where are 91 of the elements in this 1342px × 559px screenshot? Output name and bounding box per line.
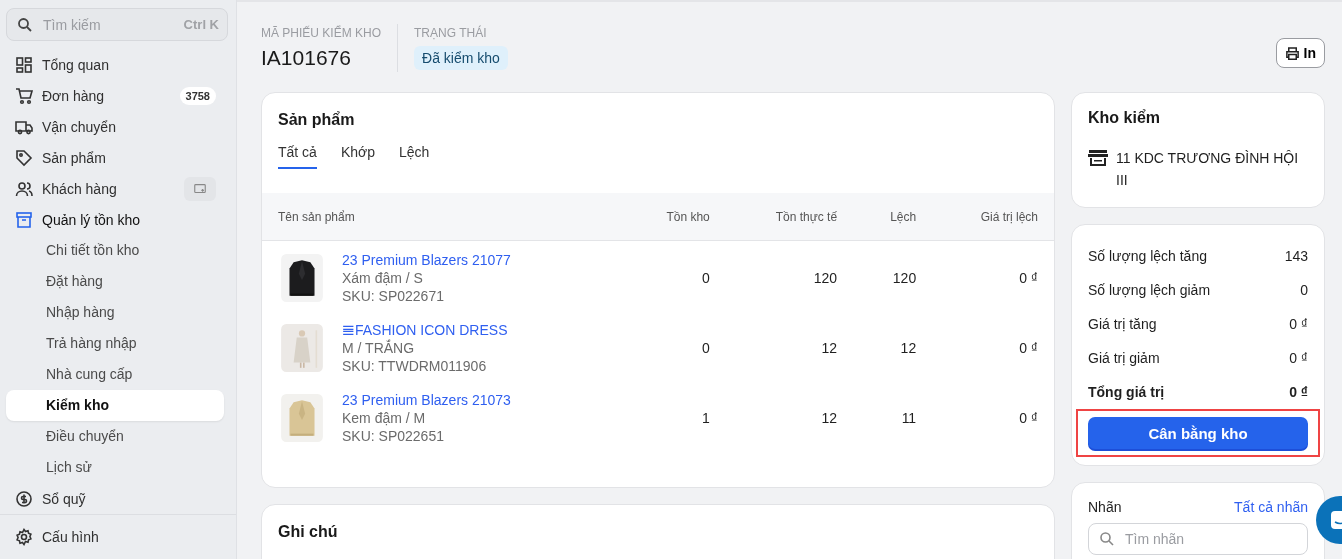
warehouse-name: 11 KDC TRƯƠNG ĐÌNH HỘI III xyxy=(1116,149,1300,190)
card-title: Ghi chú xyxy=(278,523,339,541)
nav-label: Quản lý tồn kho xyxy=(42,211,142,228)
product-sku: SKU: SP022651 xyxy=(342,427,445,445)
nav-item[interactable]: Vận chuyển xyxy=(0,111,236,142)
summary-label: Giá trị tăng xyxy=(1088,316,1157,332)
column-header: Tên sản phẩm xyxy=(262,193,624,241)
table-cell: 0 ₫ xyxy=(932,240,1054,313)
table-cell-text: 11 xyxy=(900,409,918,428)
summary-value: 143 xyxy=(1284,248,1308,264)
table-cell-text: 12 xyxy=(820,339,839,358)
card-title: Nhãn xyxy=(1088,499,1122,515)
shortcut-hint: Ctrl K xyxy=(183,17,219,32)
cart-icon xyxy=(15,86,33,105)
field-caption: MÃ PHIẾU KIỂM KHO xyxy=(261,26,382,40)
summary-label: Tổng giá trị xyxy=(1088,384,1165,400)
product-variant: Kem đậm / M xyxy=(342,409,427,427)
count-badge: 3758 xyxy=(179,86,216,105)
table-cell-text: 12 xyxy=(899,339,918,358)
nav-subitem[interactable]: Nhập hàng xyxy=(6,297,224,328)
summary-label: Số lượng lệch giảm xyxy=(1088,282,1211,298)
nav-subitem[interactable]: Trả hàng nhập xyxy=(6,328,224,359)
settings-icon xyxy=(15,528,33,546)
nav-subitem[interactable]: Chi tiết tồn kho xyxy=(6,235,224,266)
product-sku: SKU: TTWDRM011906 xyxy=(342,357,488,375)
card-title: Kho kiểm xyxy=(1088,109,1161,127)
summary-value: 0 xyxy=(1300,282,1308,298)
nav-label: Đơn hàng xyxy=(42,87,106,104)
product-variant: Xám đậm / S xyxy=(342,269,424,287)
tag-search-box[interactable]: Tìm nhãn xyxy=(1088,523,1308,555)
table-cell-text: 0 ₫ xyxy=(1018,339,1039,358)
table-cell-text: 0 ₫ xyxy=(1018,409,1039,428)
table-cell: 120 xyxy=(725,240,854,313)
column-header: Lệch xyxy=(853,193,933,241)
screen-plus-icon xyxy=(192,181,208,196)
nav-item[interactable]: Tổng quan xyxy=(0,49,236,80)
table-cell: 120 xyxy=(853,240,933,313)
search-icon xyxy=(17,16,33,33)
column-header: Giá trị lệch xyxy=(932,193,1054,241)
table-cell-text: 0 xyxy=(700,339,711,358)
summary-label: Số lượng lệch tăng xyxy=(1088,248,1207,264)
table-cell: 0 xyxy=(623,240,726,313)
column-header: Tồn thực tế xyxy=(725,193,854,241)
product-link[interactable]: 23 Premium Blazers 21073 xyxy=(342,391,511,409)
product-link[interactable]: 23 Premium Blazers 21077 xyxy=(342,251,511,269)
product-variant: M / TRẮNG xyxy=(342,339,416,357)
nav-item[interactable]: Sản phẩm xyxy=(0,142,236,173)
nav-subitem[interactable]: Nhà cung cấp xyxy=(6,359,224,390)
nav-subitem[interactable]: Lịch sử xyxy=(6,452,224,483)
nav-label: Sổ quỹ xyxy=(42,490,87,507)
filter-tab[interactable]: Khớp xyxy=(340,144,375,169)
settings-item[interactable]: Cấu hình xyxy=(0,516,236,558)
table-cell-text: 1 xyxy=(700,409,711,428)
print-button[interactable]: In xyxy=(1275,38,1325,68)
nav-item[interactable]: Quản lý tồn kho xyxy=(0,204,236,235)
status-badge: Đã kiểm kho xyxy=(414,46,508,70)
field-caption: TRẠNG THÁI xyxy=(414,26,488,40)
summary-value: 0 ₫ xyxy=(1289,350,1308,366)
table-cell-text: 12 xyxy=(820,409,839,428)
nav-label: Vận chuyển xyxy=(42,118,117,135)
nav-label: Sản phẩm xyxy=(42,149,107,166)
filter-tab[interactable]: Lệch xyxy=(399,144,430,169)
voucher-code: IA101676 xyxy=(261,46,352,70)
search-field[interactable]: Tìm kiếm xyxy=(41,15,176,34)
users-icon xyxy=(15,179,33,198)
printer-icon xyxy=(1284,45,1300,61)
grid-icon xyxy=(15,55,33,74)
balance-button[interactable]: Cân bằng kho xyxy=(1088,417,1308,449)
card-title: Sản phẩm xyxy=(277,111,356,129)
nav-subitem[interactable]: Kiểm kho xyxy=(6,390,224,421)
summary-value: 0 ₫ xyxy=(1289,384,1308,400)
column-header: Tồn kho xyxy=(623,193,726,241)
store-icon xyxy=(1088,149,1108,167)
filter-tab[interactable]: Tất cả xyxy=(278,144,317,169)
nav-label: Khách hàng xyxy=(42,180,118,197)
tag-icon xyxy=(15,148,33,167)
nav-item[interactable]: Sổ quỹ xyxy=(0,483,236,514)
coin-icon xyxy=(15,489,33,508)
all-tags-link[interactable]: Tất cả nhãn xyxy=(1234,499,1308,515)
nav-label: Tổng quan xyxy=(42,56,110,73)
nav-item[interactable]: Khách hàng xyxy=(0,173,236,204)
nav-subitem[interactable]: Điều chuyển xyxy=(6,421,224,452)
product-sku: SKU: SP022671 xyxy=(342,287,445,305)
summary-value: 0 ₫ xyxy=(1289,316,1308,332)
search-icon xyxy=(1099,531,1115,547)
box-icon xyxy=(15,210,33,229)
nav-item[interactable]: Đơn hàng 3758 xyxy=(0,80,236,111)
nav-subitem[interactable]: Đặt hàng xyxy=(6,266,224,297)
product-link[interactable]: 𝌆FASHION ICON DRESS xyxy=(342,321,508,339)
summary-label: Giá trị giảm xyxy=(1088,350,1160,366)
action-button[interactable] xyxy=(184,176,216,201)
